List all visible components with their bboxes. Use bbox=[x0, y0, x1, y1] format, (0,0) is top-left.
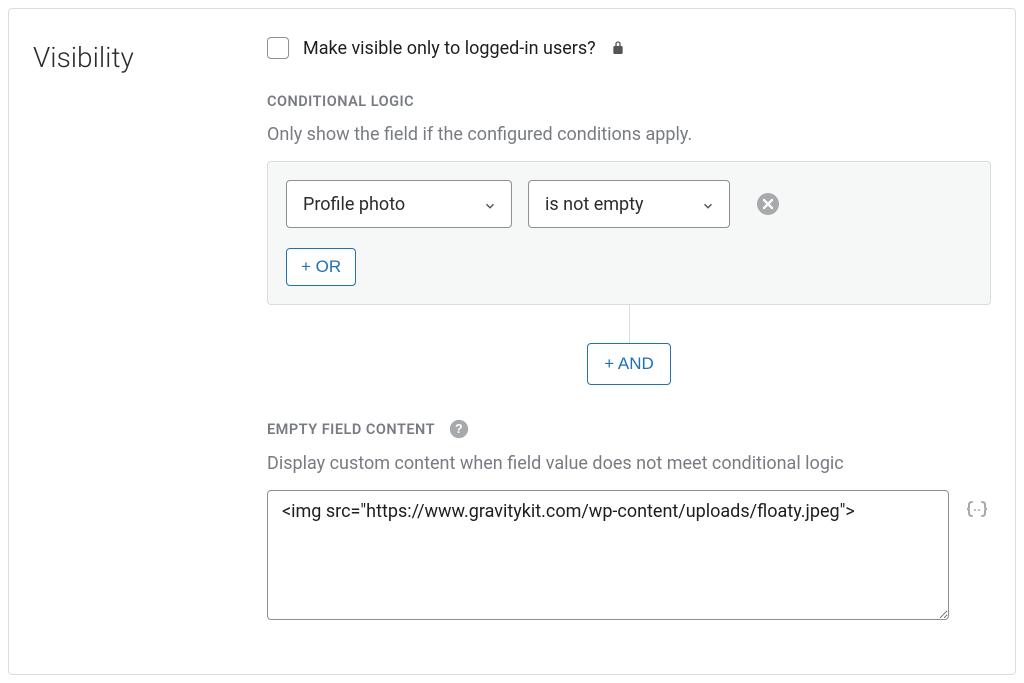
condition-field-value: Profile photo bbox=[303, 194, 405, 215]
add-and-condition-button[interactable]: + AND bbox=[587, 343, 671, 385]
section-content: Make visible only to logged-in users? CO… bbox=[267, 37, 991, 650]
logged-in-visibility-row: Make visible only to logged-in users? bbox=[267, 37, 991, 59]
help-icon[interactable]: ? bbox=[449, 419, 469, 439]
remove-condition-button[interactable] bbox=[756, 192, 780, 216]
merge-tag-button[interactable] bbox=[963, 496, 991, 524]
empty-field-content-textarea[interactable] bbox=[267, 490, 949, 620]
condition-row: Profile photo is not empty bbox=[286, 180, 972, 228]
lock-icon bbox=[610, 40, 626, 56]
condition-operator-value: is not empty bbox=[545, 194, 644, 215]
add-or-condition-button[interactable]: + OR bbox=[286, 248, 356, 286]
logged-in-visibility-label: Make visible only to logged-in users? bbox=[303, 38, 596, 59]
section-title: Visibility bbox=[33, 37, 267, 650]
logged-in-visibility-checkbox[interactable] bbox=[267, 37, 289, 59]
connector-line bbox=[629, 305, 630, 343]
conditional-logic-header: CONDITIONAL LOGIC bbox=[267, 93, 991, 110]
and-connector: + AND bbox=[267, 305, 991, 385]
condition-panel: Profile photo is not empty + OR bbox=[267, 161, 991, 305]
conditional-logic-description: Only show the field if the configured co… bbox=[267, 124, 991, 145]
chevron-down-icon bbox=[701, 197, 715, 211]
empty-field-content-description: Display custom content when field value … bbox=[267, 453, 991, 474]
condition-field-select[interactable]: Profile photo bbox=[286, 180, 512, 228]
visibility-settings-panel: Visibility Make visible only to logged-i… bbox=[8, 8, 1016, 675]
chevron-down-icon bbox=[483, 197, 497, 211]
condition-operator-select[interactable]: is not empty bbox=[528, 180, 730, 228]
empty-field-content-header: EMPTY FIELD CONTENT ? bbox=[267, 419, 991, 439]
svg-text:?: ? bbox=[455, 422, 463, 436]
empty-field-content-header-text: EMPTY FIELD CONTENT bbox=[267, 421, 435, 438]
textarea-row bbox=[267, 490, 991, 620]
